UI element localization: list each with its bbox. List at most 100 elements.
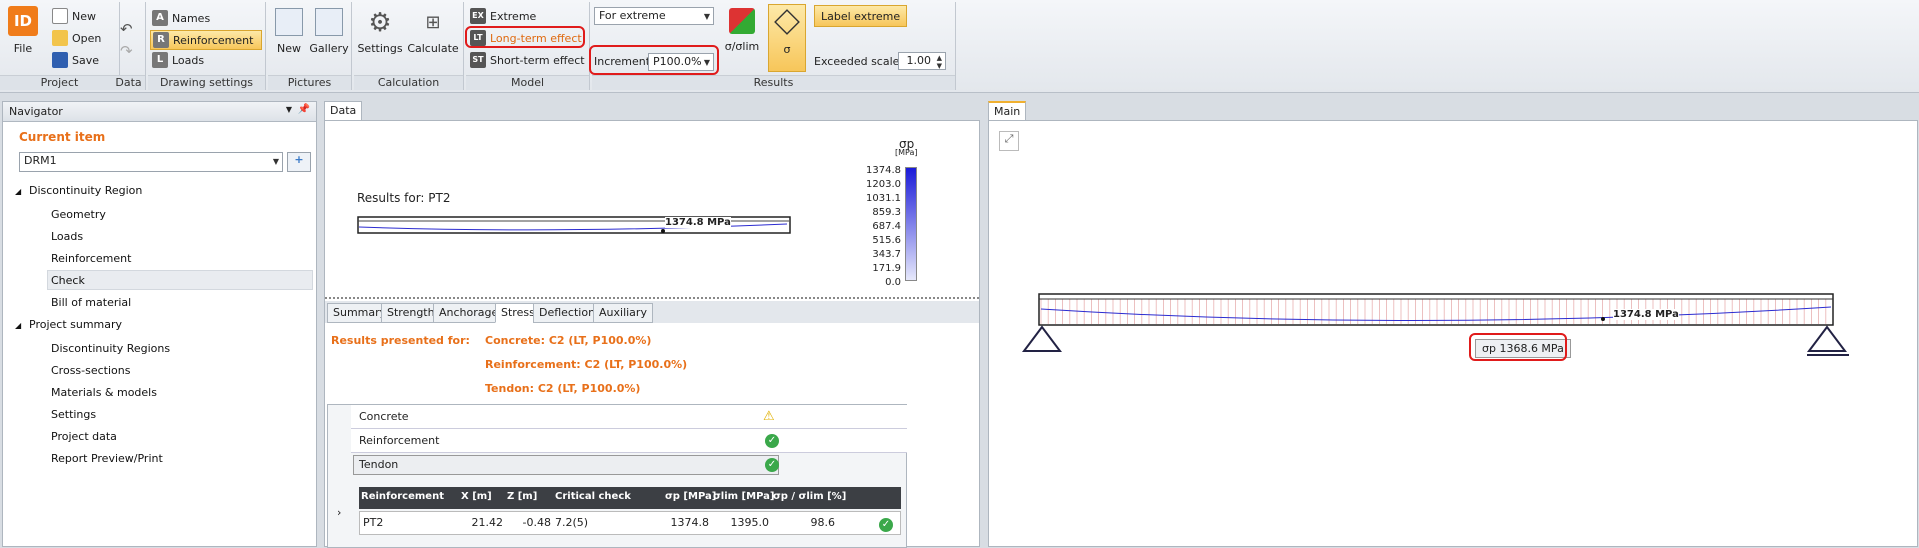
column-header[interactable]: σlim [MPa]	[713, 491, 774, 502]
column-header[interactable]: Reinforcement	[361, 491, 444, 502]
expand-icon[interactable]: ›	[337, 506, 341, 519]
column-header[interactable]: Z [m]	[507, 491, 537, 502]
add-item-button[interactable]: +	[287, 152, 311, 172]
ribbon: ID File New Open Save Project ↶ ↷ Data A…	[0, 0, 1919, 93]
fit-view-button[interactable]: ⤢	[999, 131, 1019, 151]
results-for-label: Results for: PT2	[357, 191, 451, 205]
tree-expander-icon[interactable]: ◢	[15, 187, 21, 196]
settings-button[interactable]: ⚙ Settings	[356, 8, 404, 55]
scale-value: 515.6	[872, 235, 901, 246]
column-header[interactable]: σp [MPa]	[665, 491, 716, 502]
warning-icon: ⚠	[763, 409, 775, 424]
new-button[interactable]: New	[52, 8, 96, 24]
reinforcement-button[interactable]: R Reinforcement	[150, 30, 262, 50]
file-button[interactable]: ID File	[6, 6, 40, 55]
row-concrete[interactable]	[351, 405, 907, 429]
exceeded-scale-input[interactable]: 1.00 ▲ ▼	[898, 52, 946, 70]
pin-icon[interactable]: 📌	[298, 104, 310, 115]
group-pictures: New Gallery Pictures	[268, 2, 352, 90]
for-extreme-select[interactable]: For extreme ▼	[594, 7, 714, 25]
color-scale-bar	[905, 167, 917, 281]
group-data: ↶ ↷ Data	[112, 2, 146, 90]
scale-value: 1031.1	[866, 193, 901, 204]
reinforcement-icon: R	[153, 32, 169, 48]
scale-value: 0.0	[885, 277, 901, 288]
new-picture-button[interactable]: New	[272, 8, 306, 55]
navigator-panel: Navigator ▼ 📌 Current item DRM1 ▼ + ◢ Dis…	[2, 101, 317, 547]
open-button[interactable]: Open	[52, 30, 101, 46]
table-cell: 98.6	[810, 516, 836, 529]
tree-item-geometry[interactable]: Geometry	[51, 208, 106, 221]
tree-item-project-data[interactable]: Project data	[51, 430, 117, 443]
concrete-result: Concrete: C2 (LT, P100.0%)	[485, 334, 652, 347]
scale-value: 687.4	[872, 221, 901, 232]
group-calculation: ⚙ Settings ⊞ Calculate Calculation	[354, 2, 464, 90]
tree-item-materials-models[interactable]: Materials & models	[51, 386, 157, 399]
navigator-header: Navigator ▼ 📌	[3, 102, 316, 122]
column-header[interactable]: X [m]	[461, 491, 492, 502]
file-icon: ID	[8, 6, 38, 36]
tree-item-bill-of-material[interactable]: Bill of material	[51, 296, 131, 309]
tab-data[interactable]: Data	[324, 101, 363, 121]
picture-icon	[275, 8, 303, 36]
label-extreme-button[interactable]: Label extreme	[814, 5, 908, 27]
tab-main[interactable]: Main	[988, 101, 1027, 121]
table-cell: -0.48	[522, 516, 551, 529]
tree-item-reinforcement[interactable]: Reinforcement	[51, 252, 131, 265]
current-item-select[interactable]: DRM1 ▼	[19, 152, 283, 172]
extreme-button[interactable]: EX Extreme	[470, 8, 536, 24]
main-panel: ⤢ 1374.8 MPa σp 1368.6 MPa	[988, 120, 1918, 547]
table-cell: 1374.8	[670, 516, 710, 529]
column-header[interactable]: σp / σlim [%]	[773, 491, 846, 502]
row-tendon[interactable]	[353, 455, 779, 475]
tree-item-cross-sections[interactable]: Cross-sections	[51, 364, 130, 377]
tree-item-discontinuity-regions[interactable]: Discontinuity Regions	[51, 342, 170, 355]
save-icon	[52, 52, 68, 68]
sigma-ratio-button[interactable]: σ/σlim	[722, 8, 762, 53]
scale-value: 859.3	[872, 207, 901, 218]
gallery-icon	[315, 8, 343, 36]
tree-item-settings[interactable]: Settings	[51, 408, 96, 421]
sigma-ratio-icon	[729, 8, 755, 34]
sigma-icon	[774, 9, 800, 35]
ok-icon: ✓	[765, 458, 779, 472]
gallery-button[interactable]: Gallery	[308, 8, 350, 55]
row-tendon-label: Tendon	[359, 458, 399, 471]
scale-value: 343.7	[872, 249, 901, 260]
tree-expander-icon[interactable]: ◢	[15, 321, 21, 330]
tab-strength[interactable]: Strength	[381, 303, 441, 323]
chevron-down-icon: ▼	[703, 12, 710, 21]
dropdown-icon[interactable]: ▼	[286, 105, 292, 114]
group-drawing-settings: A Names R Reinforcement L Loads Drawing set…	[148, 2, 266, 90]
calculate-button[interactable]: ⊞ Calculate	[406, 8, 460, 55]
reinforcement-result: Reinforcement: C2 (LT, P100.0%)	[485, 358, 688, 371]
short-term-icon: ST	[470, 52, 486, 68]
extreme-icon: EX	[470, 8, 486, 24]
undo-button[interactable]: ↶	[120, 20, 133, 38]
tab-deflection[interactable]: Deflection	[533, 303, 602, 323]
tree-item-loads[interactable]: Loads	[51, 230, 83, 243]
spinner-icon: ▲ ▼	[936, 54, 942, 70]
tree-item-check[interactable]: Check	[51, 274, 85, 287]
loads-button[interactable]: L Loads	[152, 52, 204, 68]
redo-button[interactable]: ↷	[120, 42, 133, 60]
tab-anchorage[interactable]: Anchorage	[433, 303, 505, 323]
tree-item-project-summary[interactable]: Project summary	[29, 318, 122, 331]
table-cell: 1395.0	[730, 516, 770, 529]
table-cell: 7.2(5)	[555, 516, 589, 529]
column-header[interactable]: Critical check	[555, 491, 631, 502]
row-concrete-label: Concrete	[359, 410, 409, 423]
names-button[interactable]: A Names	[152, 8, 260, 28]
data-panel: Results for: PT2 1374.8 MPa σp [MPa] 137…	[324, 120, 980, 548]
tree-item-discontinuity-region[interactable]: Discontinuity Region	[29, 184, 142, 197]
group-project: ID File New Open Save Project	[0, 2, 120, 90]
save-button[interactable]: Save	[52, 52, 99, 68]
scale-value: 1203.0	[866, 179, 901, 190]
sigma-button[interactable]: σ	[768, 4, 806, 72]
tree-item-report-preview[interactable]: Report Preview/Print	[51, 452, 163, 465]
tab-auxiliary[interactable]: Auxiliary	[593, 303, 653, 323]
tree-item-check-selected	[47, 270, 313, 290]
folder-icon	[52, 30, 68, 46]
calculator-icon: ⊞	[425, 12, 441, 33]
short-term-effect-button[interactable]: ST Short-term effect	[470, 52, 585, 68]
